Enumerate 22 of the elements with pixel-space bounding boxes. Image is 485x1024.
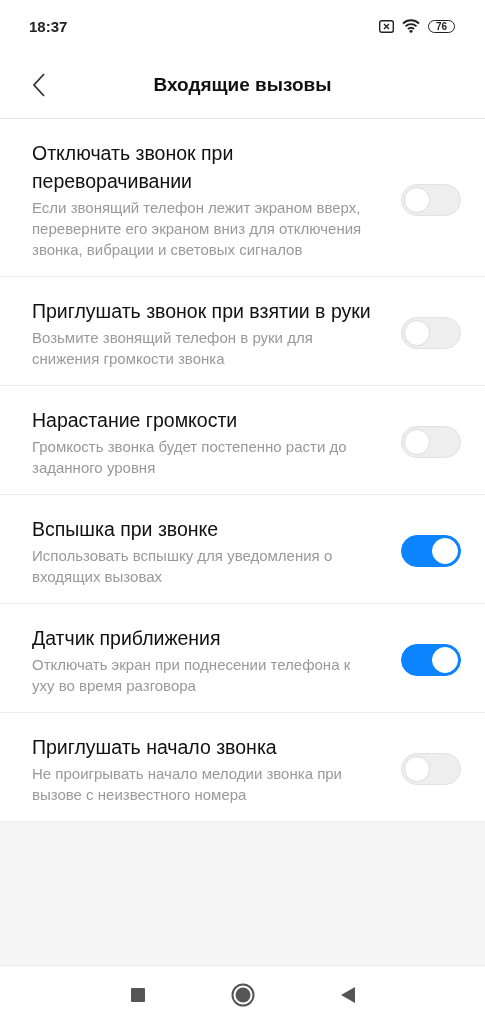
page-title: Входящие вызовы — [153, 74, 332, 96]
no-sim-icon — [378, 19, 394, 33]
back-nav-icon[interactable] — [340, 987, 355, 1003]
setting-title: Датчик приближения — [32, 626, 222, 651]
setting-title: Приглушать начало звонка — [32, 735, 278, 760]
setting-title: Отключать звонок при переворачивании — [32, 141, 235, 194]
toggle-switch[interactable] — [401, 535, 461, 567]
wifi-icon — [401, 19, 420, 33]
setting-title: Вспышка при звонке — [32, 517, 220, 542]
setting-title: Нарастание громкости — [32, 408, 239, 433]
setting-description: Если звонящий телефон лежит экраном вверх, переверните его экраном вниз для отключения звонка, вибрации и световых сигналов — [32, 198, 363, 260]
status-time: 18:37 — [29, 17, 68, 35]
toggle-switch[interactable] — [401, 644, 461, 676]
setting-description: Громкость звонка будет постепенно расти до заданного уровня — [32, 437, 348, 478]
setting-description: Отключать экран при поднесении телефона к уху во время разговора — [32, 655, 352, 696]
setting-description: Возьмите звонящий телефон в руки для снижения громкости звонка — [32, 328, 314, 369]
back-icon[interactable] — [32, 73, 46, 97]
setting-description: Не проигрывать начало мелодии звонка при вызове с неизвестного номера — [32, 764, 343, 805]
setting-description: Использовать вспышку для уведомления о входящих вызовах — [32, 546, 334, 587]
home-icon[interactable] — [230, 983, 255, 1007]
recents-icon[interactable] — [130, 988, 145, 1002]
setting-title: Приглушать звонок при взятии в руки — [32, 299, 371, 324]
